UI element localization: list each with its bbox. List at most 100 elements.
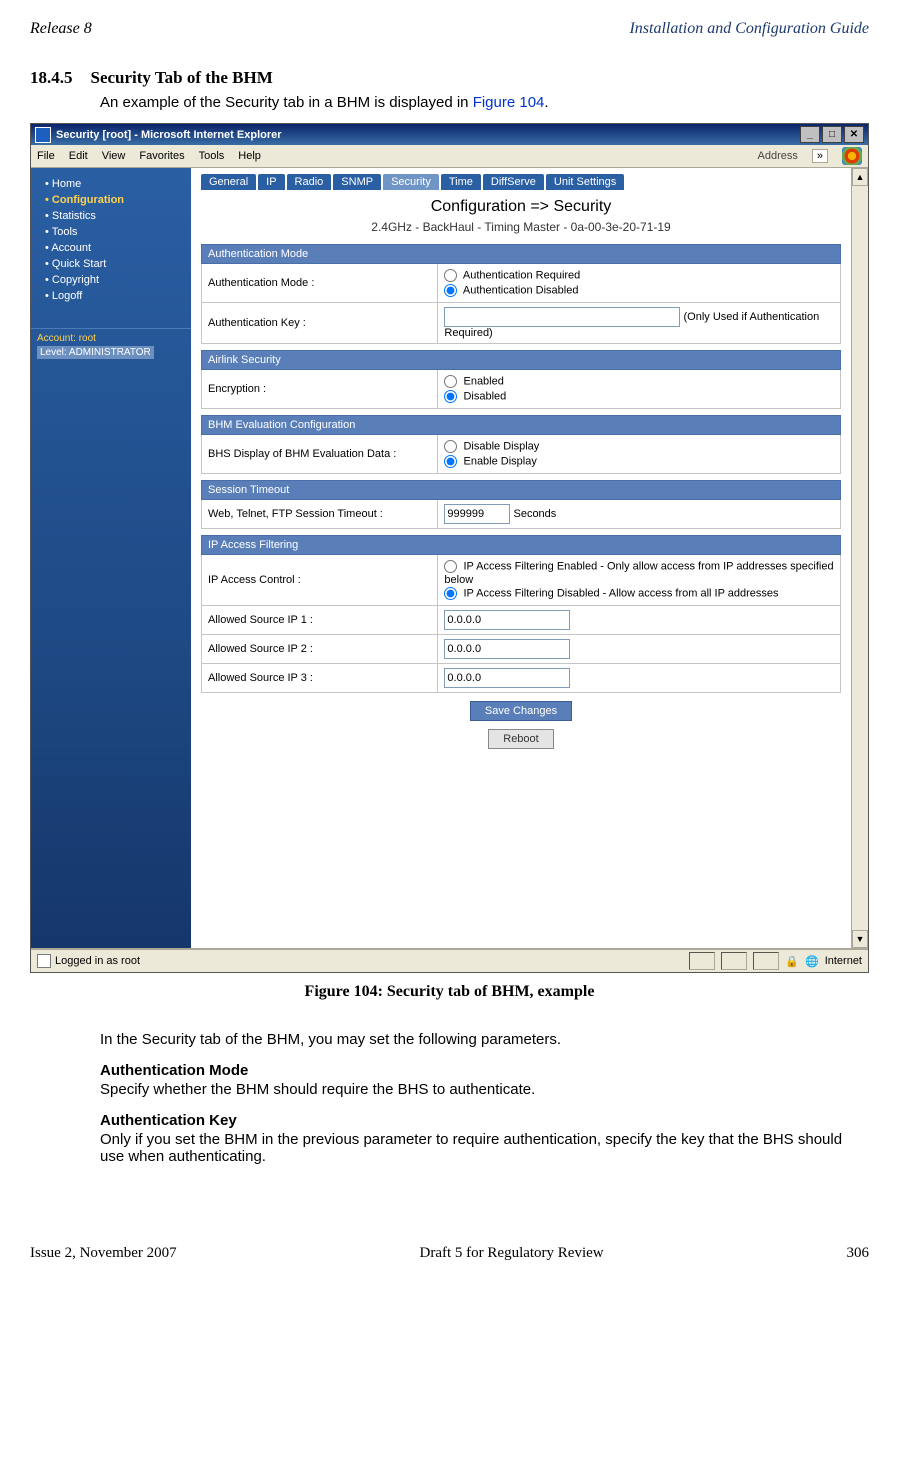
window-titlebar: Security [root] - Microsoft Internet Exp… — [31, 124, 868, 145]
minimize-button[interactable]: _ — [800, 126, 820, 143]
param-body-auth-key: Only if you set the BHM in the previous … — [100, 1131, 869, 1165]
allowed-ip3-label: Allowed Source IP 3 : — [202, 664, 438, 693]
sidebar-item-account[interactable]: Account — [45, 240, 191, 256]
auth-disabled-option[interactable]: Authentication Disabled — [444, 283, 834, 298]
menu-favorites[interactable]: Favorites — [139, 150, 184, 162]
doc-header: Release 8 Installation and Configuration… — [30, 20, 869, 38]
ip-filter-enabled-option[interactable]: IP Access Filtering Enabled - Only allow… — [444, 559, 834, 586]
menu-file[interactable]: File — [37, 150, 55, 162]
status-right: Internet — [825, 955, 862, 967]
allowed-ip1-input[interactable] — [444, 610, 570, 630]
section-name: Security Tab of the BHM — [91, 68, 273, 87]
panel-airlink-security: Airlink Security Encryption : Enabled Di… — [201, 350, 841, 409]
menu-edit[interactable]: Edit — [69, 150, 88, 162]
toolbar-chevrons-icon[interactable]: » — [812, 149, 828, 163]
after-figure-paragraph: In the Security tab of the BHM, you may … — [100, 1031, 869, 1048]
tab-bar: General IP Radio SNMP Security Time Diff… — [201, 174, 841, 190]
scroll-up-icon[interactable]: ▲ — [852, 168, 868, 186]
scroll-down-icon[interactable]: ▼ — [852, 930, 868, 948]
allowed-ip2-input[interactable] — [444, 639, 570, 659]
reboot-button[interactable]: Reboot — [488, 729, 553, 749]
menu-bar: File Edit View Favorites Tools Help Addr… — [31, 145, 868, 168]
close-button[interactable]: ✕ — [844, 126, 864, 143]
browser-window: Security [root] - Microsoft Internet Exp… — [30, 123, 869, 973]
vertical-scrollbar[interactable]: ▲ ▼ — [851, 168, 868, 948]
panel-session-timeout: Session Timeout Web, Telnet, FTP Session… — [201, 480, 841, 529]
menu-view[interactable]: View — [102, 150, 126, 162]
sidebar-item-tools[interactable]: Tools — [45, 224, 191, 240]
tab-unit-settings[interactable]: Unit Settings — [546, 174, 624, 190]
sidebar-item-quick-start[interactable]: Quick Start — [45, 256, 191, 272]
section-number: 18.4.5 — [30, 68, 73, 87]
auth-required-option[interactable]: Authentication Required — [444, 268, 834, 283]
session-timeout-input[interactable] — [444, 504, 510, 524]
release-label: Release 8 — [30, 20, 92, 38]
panel-ip-access-filtering: IP Access Filtering IP Access Control : … — [201, 535, 841, 693]
param-body-auth-mode: Specify whether the BHM should require t… — [100, 1081, 869, 1098]
tab-security[interactable]: Security — [383, 174, 439, 190]
sidebar-item-logoff[interactable]: Logoff — [45, 288, 191, 304]
tab-radio[interactable]: Radio — [287, 174, 332, 190]
issue-label: Issue 2, November 2007 — [30, 1245, 177, 1262]
draft-label: Draft 5 for Regulatory Review — [420, 1245, 604, 1262]
tab-time[interactable]: Time — [441, 174, 481, 190]
maximize-button[interactable]: □ — [822, 126, 842, 143]
address-label: Address — [758, 150, 798, 162]
session-timeout-suffix: Seconds — [513, 508, 556, 520]
encryption-enabled-option[interactable]: Enabled — [444, 374, 834, 389]
panel-header: IP Access Filtering — [202, 536, 841, 555]
sidebar-item-statistics[interactable]: Statistics — [45, 208, 191, 224]
sidebar-item-home[interactable]: Home — [45, 176, 191, 192]
tab-general[interactable]: General — [201, 174, 256, 190]
internet-zone-icon — [805, 955, 819, 968]
session-timeout-label: Web, Telnet, FTP Session Timeout : — [202, 500, 438, 529]
param-head-auth-mode: Authentication Mode — [100, 1062, 869, 1079]
figure-caption: Figure 104: Security tab of BHM, example — [30, 983, 869, 1001]
allowed-ip3-input[interactable] — [444, 668, 570, 688]
main-content: General IP Radio SNMP Security Time Diff… — [191, 168, 851, 948]
bhs-display-label: BHS Display of BHM Evaluation Data : — [202, 435, 438, 474]
auth-mode-label: Authentication Mode : — [202, 264, 438, 303]
page-title: Configuration => Security — [201, 198, 841, 216]
auth-key-input[interactable] — [444, 307, 680, 327]
allowed-ip2-label: Allowed Source IP 2 : — [202, 635, 438, 664]
panel-header: BHM Evaluation Configuration — [202, 416, 841, 435]
page-subtitle: 2.4GHz - BackHaul - Timing Master - 0a-0… — [201, 220, 841, 234]
panel-authentication-mode: Authentication Mode Authentication Mode … — [201, 244, 841, 344]
section-heading: 18.4.5 Security Tab of the BHM — [30, 68, 869, 88]
page-number: 306 — [847, 1245, 870, 1262]
sidebar-item-configuration[interactable]: Configuration — [45, 192, 191, 208]
doc-footer: Issue 2, November 2007 Draft 5 for Regul… — [30, 1245, 869, 1262]
level-line: Level: ADMINISTRATOR — [37, 346, 154, 359]
panel-header: Airlink Security — [202, 351, 841, 370]
ip-filter-disabled-option[interactable]: IP Access Filtering Disabled - Allow acc… — [444, 586, 834, 601]
sidebar: Home Configuration Statistics Tools Acco… — [31, 168, 191, 948]
panel-header: Authentication Mode — [202, 245, 841, 264]
lock-icon — [785, 955, 799, 968]
menu-help[interactable]: Help — [238, 150, 261, 162]
allowed-ip1-label: Allowed Source IP 1 : — [202, 606, 438, 635]
ip-access-control-label: IP Access Control : — [202, 555, 438, 606]
disable-display-option[interactable]: Disable Display — [444, 439, 834, 454]
page-icon — [37, 954, 51, 968]
sidebar-item-copyright[interactable]: Copyright — [45, 272, 191, 288]
figure-link[interactable]: Figure 104 — [473, 94, 545, 111]
panel-bhm-evaluation: BHM Evaluation Configuration BHS Display… — [201, 415, 841, 474]
account-info: Account: root Level: ADMINISTRATOR — [31, 328, 191, 363]
save-changes-button[interactable]: Save Changes — [470, 701, 572, 721]
auth-key-label: Authentication Key : — [202, 303, 438, 344]
tab-snmp[interactable]: SNMP — [333, 174, 381, 190]
status-left: Logged in as root — [55, 955, 140, 967]
status-bar: Logged in as root Internet — [31, 949, 868, 972]
guide-title: Installation and Configuration Guide — [629, 20, 869, 38]
enable-display-option[interactable]: Enable Display — [444, 454, 834, 469]
menu-tools[interactable]: Tools — [199, 150, 225, 162]
panel-header: Session Timeout — [202, 481, 841, 500]
windows-logo-icon — [842, 147, 862, 165]
tab-ip[interactable]: IP — [258, 174, 284, 190]
encryption-disabled-option[interactable]: Disabled — [444, 389, 834, 404]
encryption-label: Encryption : — [202, 370, 438, 409]
intro-paragraph: An example of the Security tab in a BHM … — [100, 94, 869, 111]
tab-diffserve[interactable]: DiffServe — [483, 174, 544, 190]
account-line: Account: root — [37, 333, 185, 344]
